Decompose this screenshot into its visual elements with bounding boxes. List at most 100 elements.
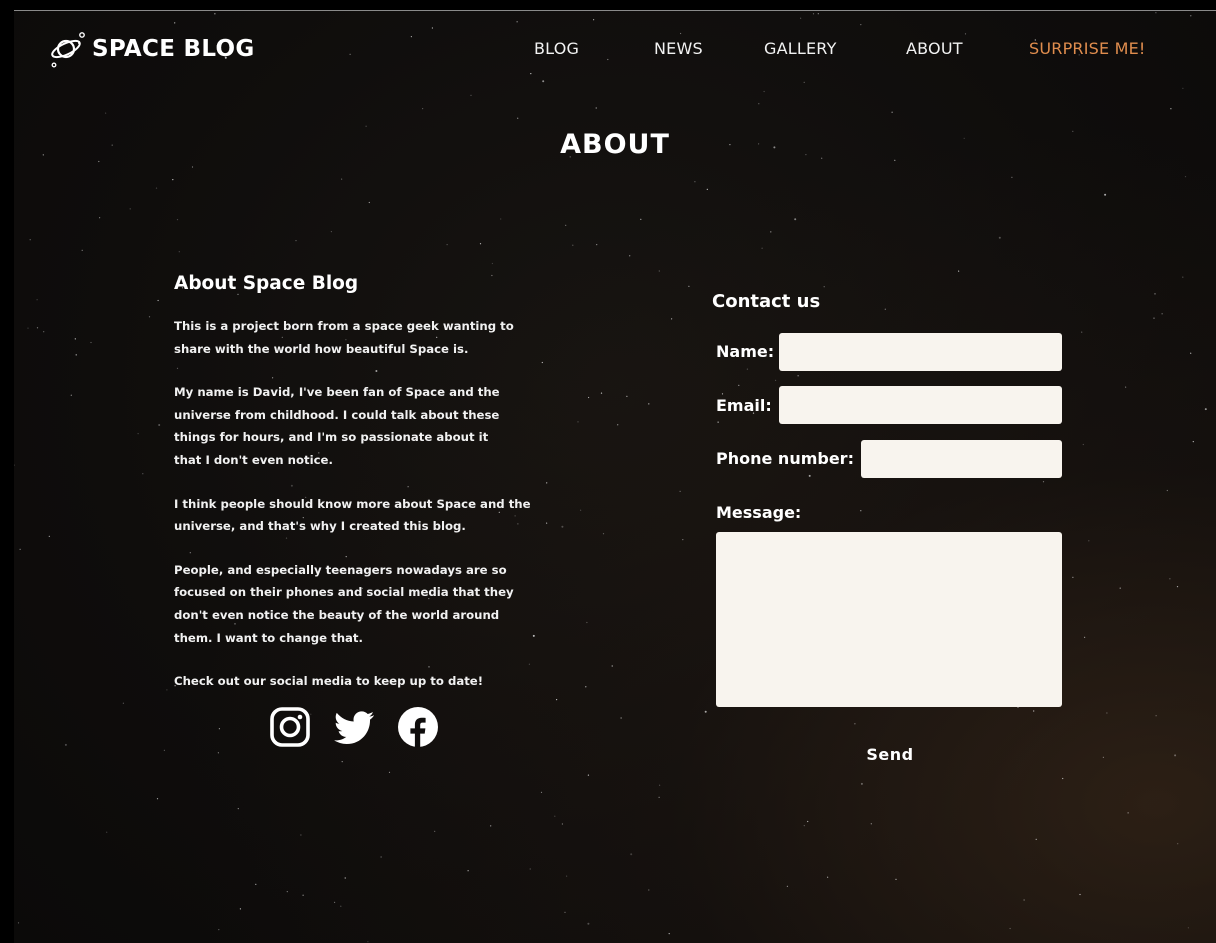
nav-about[interactable]: ABOUT	[906, 39, 963, 58]
email-label: Email:	[716, 396, 772, 415]
star	[1062, 777, 1064, 780]
star	[671, 318, 673, 320]
star	[546, 522, 548, 524]
star	[1182, 87, 1184, 89]
instagram-icon[interactable]	[268, 705, 312, 749]
star	[1155, 715, 1157, 717]
nav-blog[interactable]: BLOG	[534, 39, 579, 58]
star	[540, 791, 543, 794]
star	[1088, 540, 1090, 542]
star	[99, 217, 101, 219]
twitter-icon[interactable]	[332, 705, 376, 749]
star	[98, 160, 100, 163]
star	[174, 22, 176, 24]
star	[1155, 12, 1157, 14]
about-paragraph: My name is David, I've been fan of Space…	[174, 385, 500, 467]
star	[295, 240, 297, 242]
star	[36, 299, 38, 301]
about-paragraph: This is a project born from a space geek…	[174, 319, 514, 356]
about-section: About Space Blog This is a project born …	[174, 273, 534, 714]
star	[808, 474, 811, 477]
send-button[interactable]: Send	[852, 740, 928, 768]
star	[286, 891, 288, 893]
star	[239, 908, 241, 910]
star	[585, 686, 587, 688]
star	[561, 823, 564, 825]
star	[431, 27, 433, 29]
star	[602, 533, 605, 535]
star	[964, 33, 967, 35]
about-paragraph: I think people should know more about Sp…	[174, 496, 531, 534]
nav-surprise-me[interactable]: SURPRISE ME!	[1029, 39, 1146, 58]
star	[706, 188, 708, 190]
social-links	[268, 705, 460, 749]
star	[19, 548, 21, 550]
star	[586, 621, 588, 624]
star	[517, 117, 519, 119]
star	[1184, 176, 1187, 178]
star	[620, 717, 622, 719]
star	[1072, 576, 1074, 578]
star	[1153, 317, 1155, 319]
star	[803, 81, 805, 83]
star	[122, 702, 124, 704]
star	[1192, 441, 1194, 443]
star	[1182, 276, 1184, 278]
star	[90, 341, 92, 344]
star	[158, 424, 161, 426]
star	[542, 80, 545, 83]
star	[775, 379, 777, 381]
star	[368, 201, 370, 204]
star	[1125, 386, 1127, 388]
star	[1023, 899, 1025, 901]
main-nav: BLOG NEWS GALLERY ABOUT SURPRISE ME!	[14, 39, 1216, 63]
star	[860, 510, 862, 512]
phone-field[interactable]	[861, 440, 1062, 478]
star	[14, 464, 15, 466]
name-label: Name:	[716, 342, 775, 361]
star	[1176, 586, 1179, 588]
about-paragraph: People, and especially teenagers nowaday…	[174, 562, 514, 645]
message-field[interactable]	[716, 532, 1062, 707]
star	[500, 218, 502, 220]
star	[721, 393, 724, 395]
star	[129, 208, 131, 210]
star	[680, 32, 682, 35]
nav-gallery[interactable]: GALLERY	[764, 39, 837, 58]
star	[340, 905, 342, 907]
page-title: ABOUT	[560, 129, 670, 160]
star	[367, 941, 369, 943]
star	[142, 473, 144, 475]
star	[29, 239, 31, 241]
name-field[interactable]	[779, 333, 1062, 371]
star	[658, 796, 660, 798]
star	[827, 876, 829, 878]
star	[1187, 927, 1189, 929]
star	[166, 689, 168, 691]
star	[48, 535, 50, 538]
star	[860, 24, 862, 26]
star	[218, 728, 220, 730]
star	[106, 831, 108, 833]
star	[572, 244, 574, 246]
star	[600, 392, 603, 394]
star	[191, 166, 194, 168]
star	[658, 270, 660, 272]
star	[1154, 293, 1156, 295]
star	[344, 877, 346, 879]
star	[446, 244, 448, 246]
star	[1104, 193, 1107, 196]
star	[704, 710, 707, 713]
star	[679, 490, 681, 492]
star	[148, 316, 151, 318]
nav-news[interactable]: NEWS	[654, 39, 703, 58]
star	[470, 94, 472, 96]
star	[640, 218, 642, 220]
email-field[interactable]	[779, 386, 1062, 424]
star	[580, 509, 582, 511]
star	[172, 179, 174, 181]
facebook-icon[interactable]	[396, 705, 440, 749]
star	[630, 853, 633, 856]
star	[1174, 754, 1177, 757]
star	[491, 262, 493, 265]
